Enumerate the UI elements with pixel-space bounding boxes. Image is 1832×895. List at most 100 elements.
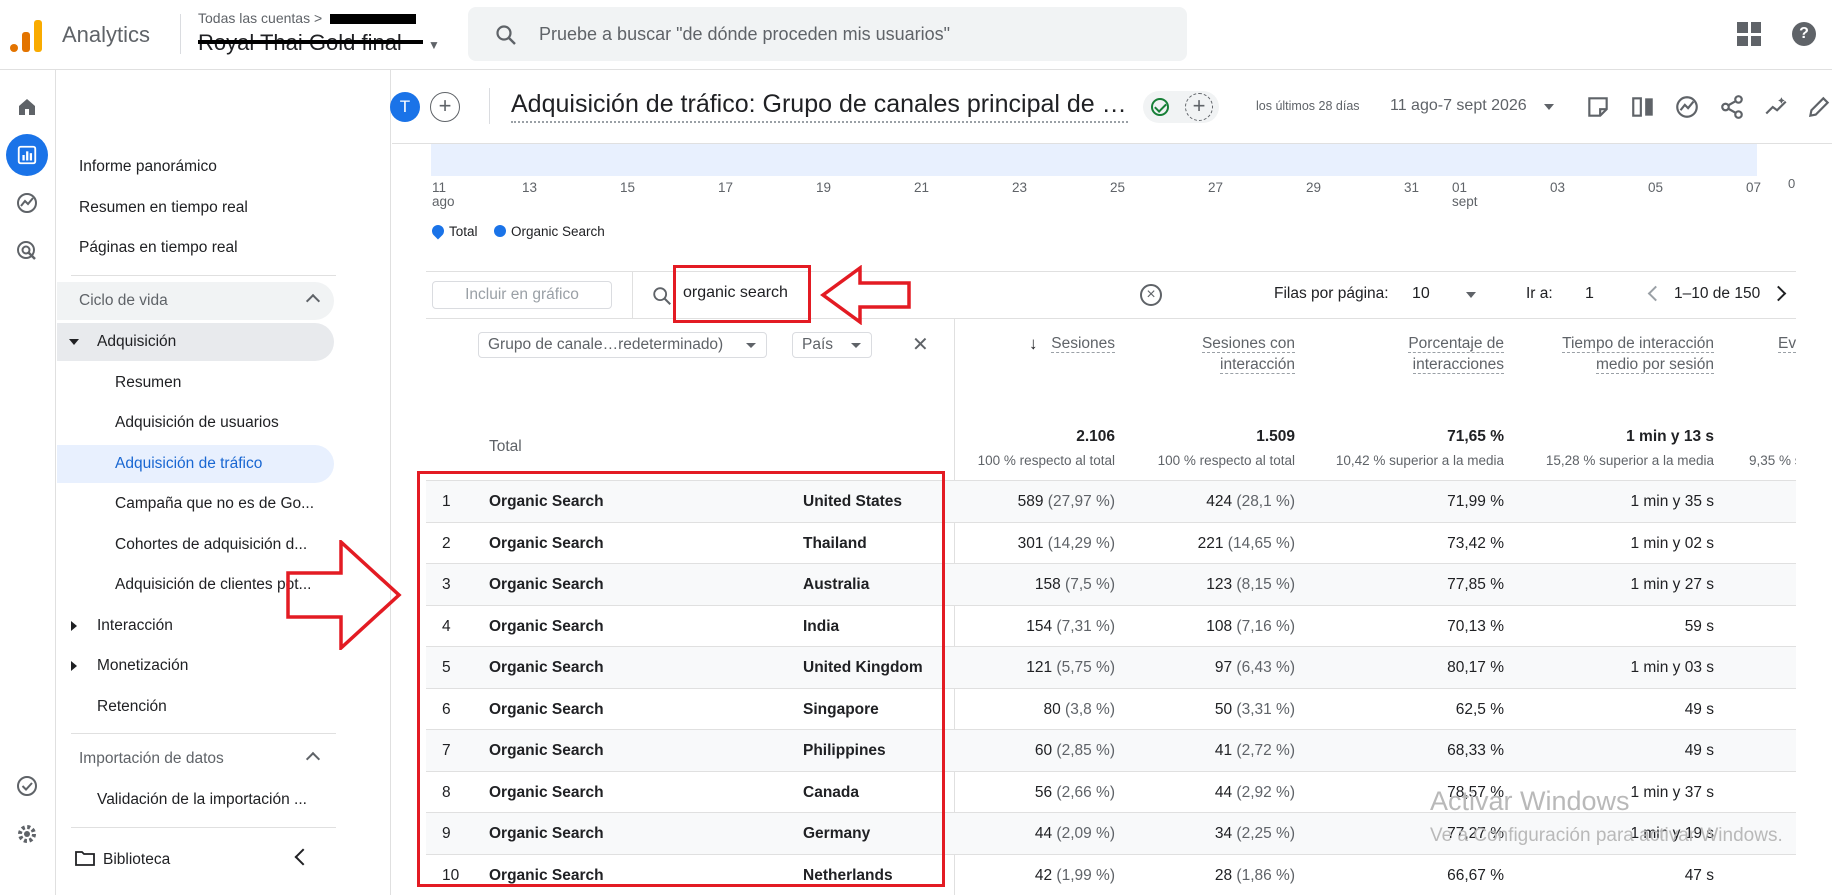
sessions-cell-value: 158	[1034, 576, 1061, 593]
remove-dimension-icon[interactable]: ✕	[912, 332, 929, 357]
reports-icon[interactable]	[6, 134, 48, 176]
search-bar[interactable]: Pruebe a buscar "de dónde proceden mis u…	[468, 7, 1187, 61]
x-axis-tick-label: 15	[620, 180, 636, 195]
sessions-cell: 121 (5,75 %)	[1026, 659, 1115, 677]
sessions-cell-value: 301	[1017, 534, 1044, 552]
column-header-tiempo-interaccion[interactable]: Tiempo de interacción medio por sesión	[1530, 333, 1714, 375]
apps-grid-icon[interactable]	[1737, 22, 1761, 46]
analytics-logo-icon[interactable]	[10, 18, 44, 52]
primary-dimension-select[interactable]: Grupo de canale…redeterminado)	[478, 332, 767, 358]
x-axis-tick-label: 19	[816, 180, 832, 195]
dropdown-caret-icon	[746, 343, 756, 348]
expand-triangle-icon	[69, 339, 79, 345]
property-caret-icon[interactable]: ▼	[428, 38, 440, 52]
total-sesiones-interaccion-sub: 100 % respecto al total	[1157, 453, 1295, 468]
comparison-avatar[interactable]: T	[390, 92, 420, 122]
engaged-sessions-cell: 50 (3,31 %)	[1215, 701, 1295, 719]
sessions-cell-percent: (2,09 %)	[1056, 825, 1115, 842]
engagement-time-cell: 1 min y 35 s	[1630, 493, 1714, 510]
engaged-sessions-cell-percent: (1,86 %)	[1236, 866, 1295, 884]
compare-icon[interactable]	[1630, 94, 1656, 120]
report-title[interactable]: Adquisición de tráfico: Grupo de canales…	[511, 90, 1128, 123]
column-header-sesiones[interactable]: Sesiones	[1051, 333, 1115, 354]
nav-section-label: Ciclo de vida	[79, 292, 168, 309]
previous-page-icon[interactable]	[1647, 285, 1664, 302]
rows-per-page-select[interactable]: 10	[1412, 285, 1430, 303]
goto-page-input[interactable]: 1	[1585, 285, 1594, 303]
add-filter-icon[interactable]: +	[1185, 93, 1213, 121]
nav-item-validacion-importacion[interactable]: Validación de la importación ...	[97, 781, 307, 819]
add-comparison-icon[interactable]: +	[430, 92, 460, 122]
engaged-sessions-cell-value: 34	[1214, 825, 1233, 842]
engagement-rate-cell: 70,13 %	[1447, 617, 1504, 635]
engaged-sessions-cell-value: 221	[1197, 534, 1224, 552]
nav-item-clientes-potenciales[interactable]: Adquisición de clientes pot...	[115, 566, 311, 604]
sessions-cell-value: 589	[1017, 493, 1044, 510]
engaged-sessions-cell: 97 (6,43 %)	[1215, 659, 1295, 677]
nav-divider	[71, 275, 336, 276]
nav-item-biblioteca[interactable]: Biblioteca	[75, 841, 170, 879]
sessions-cell-percent: (27,97 %)	[1047, 493, 1115, 510]
date-preset-label[interactable]: los últimos 28 días	[1256, 99, 1360, 113]
legend-item-organic-search[interactable]: Organic Search	[494, 224, 605, 239]
account-breadcrumb[interactable]: Todas las cuentas >	[198, 10, 417, 26]
date-range[interactable]: 11 ago-7 sept 2026	[1390, 97, 1527, 115]
header-separator	[489, 88, 490, 124]
sessions-cell-value: 56	[1034, 783, 1053, 801]
sessions-cell: 56 (2,66 %)	[1035, 784, 1115, 802]
nav-item-monetizacion[interactable]: Monetización	[57, 647, 334, 685]
secondary-dimension-select[interactable]: País	[792, 332, 872, 358]
nav-item-retencion[interactable]: Retención	[97, 688, 167, 726]
advertising-icon[interactable]	[6, 230, 48, 272]
column-header-label: Sesiones	[1051, 335, 1115, 353]
sessions-cell: 42 (1,99 %)	[1035, 867, 1115, 885]
nav-item-campana[interactable]: Campaña que no es de Go...	[115, 485, 314, 523]
include-in-chart-button[interactable]: Incluir en gráfico	[432, 281, 612, 309]
next-page-icon[interactable]	[1770, 285, 1787, 302]
sessions-cell-percent: (2,85 %)	[1056, 742, 1115, 759]
clear-search-icon[interactable]: ×	[1140, 284, 1162, 306]
engagement-rate-cell: 80,17 %	[1447, 659, 1504, 676]
check-circle-icon[interactable]	[1151, 98, 1169, 116]
rows-per-page-caret-icon[interactable]	[1466, 292, 1476, 298]
insights-icon[interactable]	[1674, 94, 1700, 120]
share-icon[interactable]	[1719, 94, 1745, 120]
engaged-sessions-cell-percent: (6,43 %)	[1236, 659, 1295, 676]
engagement-time-cell: 1 min y 27 s	[1630, 576, 1714, 593]
nav-item-adquisicion[interactable]: Adquisición	[57, 323, 334, 361]
nav-item-resumen-tiempo-real[interactable]: Resumen en tiempo real	[79, 189, 248, 227]
edit-report-icon[interactable]	[1585, 94, 1611, 120]
nav-item-adquisicion-usuarios[interactable]: Adquisición de usuarios	[115, 404, 279, 442]
nav-item-adquisicion-trafico[interactable]: Adquisición de tráfico	[57, 445, 334, 483]
search-icon	[496, 25, 516, 45]
expand-triangle-icon	[71, 621, 77, 631]
pencil-icon[interactable]	[1806, 94, 1832, 120]
nav-item-resumen[interactable]: Resumen	[115, 364, 181, 402]
trend-sparkle-icon[interactable]	[1763, 94, 1789, 120]
nav-item-paginas-tiempo-real[interactable]: Páginas en tiempo real	[79, 229, 238, 267]
column-header-porcentaje-interacciones[interactable]: Porcentaje de interacciones	[1360, 333, 1504, 375]
column-header-eventos[interactable]: Ev	[1778, 333, 1798, 354]
settings-gear-icon[interactable]	[6, 813, 48, 855]
nav-section-ciclo-de-vida[interactable]: Ciclo de vida	[57, 282, 334, 320]
x-axis-tick-label: 29	[1306, 180, 1322, 195]
column-header-sesiones-interaccion[interactable]: Sesiones con interacción	[1160, 333, 1295, 375]
sort-descending-icon[interactable]: ↓	[1029, 334, 1038, 354]
engaged-sessions-cell-percent: (3,31 %)	[1236, 700, 1295, 718]
engagement-time-cell: 1 min y 37 s	[1630, 783, 1714, 801]
engaged-sessions-cell-value: 424	[1206, 493, 1233, 510]
explore-icon[interactable]	[6, 182, 48, 224]
date-caret-icon[interactable]	[1544, 104, 1554, 110]
engaged-sessions-cell: 108 (7,16 %)	[1206, 618, 1295, 636]
home-icon[interactable]	[6, 86, 48, 128]
nav-item-informe-panoramico[interactable]: Informe panorámico	[79, 148, 217, 186]
nav-item-cohortes[interactable]: Cohortes de adquisición d...	[115, 526, 307, 564]
legend-item-total[interactable]: Total	[429, 222, 478, 240]
sessions-cell: 60 (2,85 %)	[1035, 742, 1115, 760]
engaged-sessions-cell: 28 (1,86 %)	[1215, 867, 1295, 885]
x-axis-month-ago: ago	[432, 194, 455, 209]
help-icon[interactable]: ?	[1792, 22, 1816, 46]
nav-section-importacion[interactable]: Importación de datos	[57, 740, 334, 778]
annotation-right-arrow-icon	[286, 540, 402, 650]
admin-check-icon[interactable]	[6, 765, 48, 807]
